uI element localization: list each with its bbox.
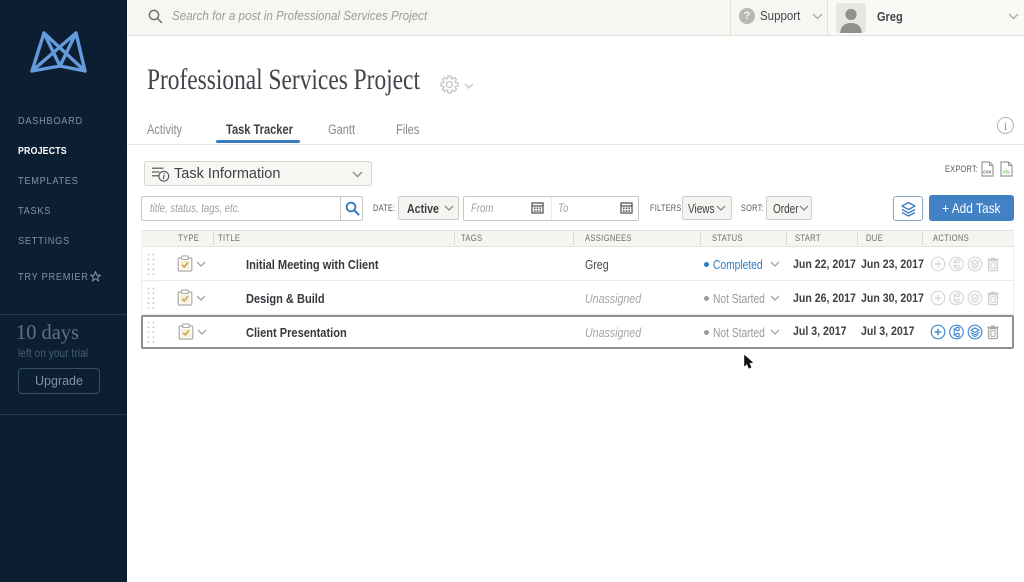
svg-text:xls: xls xyxy=(1003,169,1010,175)
svg-text:csv: csv xyxy=(983,169,992,175)
